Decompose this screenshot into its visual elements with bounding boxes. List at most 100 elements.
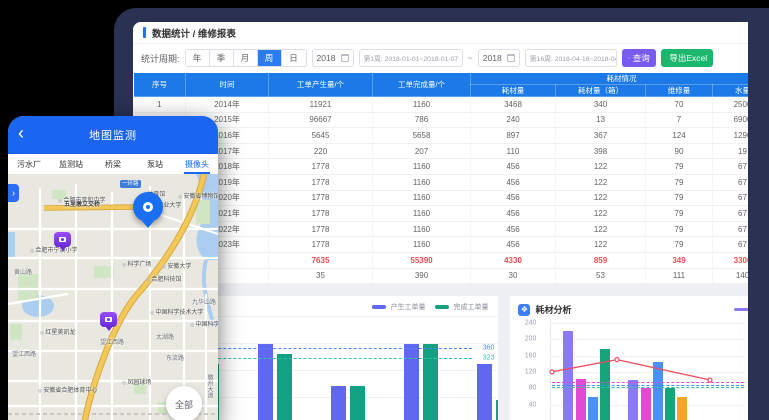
period-option-日[interactable]: 日 (282, 50, 306, 66)
breadcrumb: 数据统计 / 维修报表 (152, 26, 236, 40)
average-cell: 140 (713, 268, 749, 284)
charts-row: 产生工单量完成工单量360323 ❖耗材分析2402001601208040 (133, 296, 748, 420)
table-cell: 122 (556, 221, 646, 237)
tab-监测站[interactable]: 监测站 (50, 154, 92, 174)
period-option-月[interactable]: 月 (234, 50, 258, 66)
bar-产生工单量 (331, 386, 346, 420)
map-label: 安徽大学 (162, 264, 191, 271)
table-row[interactable]: 42017年2202071103989019 (134, 143, 749, 159)
chart-gridline (550, 339, 744, 340)
week-range-end-text: 第16周: 2018-04-16~2018-04-22 (530, 53, 617, 63)
table-row[interactable]: 12014年1192111603468340702500 (134, 97, 749, 113)
table-row[interactable]: 22015年966677862401376900 (134, 112, 749, 128)
group-header: 耗材情况 (471, 73, 749, 85)
table-cell: 240 (471, 112, 556, 128)
table-cell: 110 (471, 143, 556, 159)
table-row[interactable]: 32016年564556588973671241290 (134, 128, 749, 144)
total-cell: 859 (556, 252, 646, 268)
reference-line-label: 323 (483, 355, 495, 362)
map-label: 安徽省合肥体育中心 (38, 388, 97, 395)
map-label: 中国科学院 (190, 322, 218, 329)
bar-产生工单量 (477, 364, 492, 420)
year-start-select[interactable]: 2018 (312, 49, 354, 67)
table-cell: 1778 (269, 221, 373, 237)
tab-桥梁[interactable]: 桥梁 (92, 154, 134, 174)
export-excel-button[interactable]: 导出Excel (661, 49, 713, 67)
table-cell: 90 (646, 143, 713, 159)
map-label: 望江西路 (100, 340, 124, 347)
bar (641, 388, 651, 420)
filter-bar: 统计周期: 年季月周日 2018 第1周: 2018-01-01~2018-01… (133, 44, 748, 72)
map-roads (8, 174, 218, 420)
period-option-季[interactable]: 季 (210, 50, 234, 66)
selected-camera-pin-icon[interactable] (133, 192, 163, 222)
table-cell: 67 (713, 190, 749, 206)
table-cell: 456 (471, 206, 556, 222)
map-label: 凤园球场 (122, 380, 151, 387)
tab-污水厂[interactable]: 污水厂 (8, 154, 50, 174)
tab-泵站[interactable]: 泵站 (134, 154, 176, 174)
chart-legend: 产生工单量完成工单量 (372, 302, 488, 312)
table-cell: 398 (556, 143, 646, 159)
camera-pin-icon[interactable] (54, 232, 71, 247)
legend-item: 产生工单量 (372, 302, 425, 312)
table-cell: 79 (646, 206, 713, 222)
table-cell: 96667 (269, 112, 373, 128)
table-cell: 1778 (269, 237, 373, 253)
table-row[interactable]: 102023年177811604561227967 (134, 237, 749, 253)
map-label: 中国科学技术大学 (150, 310, 203, 317)
column-header: 时间 (186, 73, 269, 97)
search-icon (628, 54, 630, 62)
table-cell: 122 (556, 174, 646, 190)
bar (665, 388, 675, 420)
legend-item: 完成工单量 (435, 302, 488, 312)
average-cell: 30 (471, 268, 556, 284)
average-row: 平均值353903053111140 (134, 268, 749, 284)
table-row[interactable]: 72020年177811604561227967 (134, 190, 749, 206)
phone-title: 地图监测 (89, 127, 137, 143)
period-option-周[interactable]: 周 (258, 50, 282, 66)
table-cell: 6900 (713, 112, 749, 128)
table-cell: 11921 (269, 97, 373, 113)
table-cell: 220 (269, 143, 373, 159)
phone-tab-bar: 污水厂监测站桥梁泵站摄像头 (8, 154, 218, 174)
table-cell: 1 (134, 97, 186, 113)
sub-column-header: 维修量 (646, 85, 713, 97)
average-cell: 390 (373, 268, 471, 284)
map-view[interactable]: 一环路 › 全部 合肥市育和中学体育馆安徽农业大学安徽省博物馆五里墩立交桥合肥市… (8, 174, 218, 420)
table-cell: 1778 (269, 206, 373, 222)
table-cell: 456 (471, 221, 556, 237)
bar-完成工单量 (277, 354, 292, 420)
week-range-start[interactable]: 第1周: 2018-01-01~2018-01-07 (359, 49, 463, 67)
period-option-年[interactable]: 年 (186, 50, 210, 66)
bar-完成工单量 (496, 400, 498, 420)
week-range-end[interactable]: 第16周: 2018-04-16~2018-04-22 (525, 49, 617, 67)
camera-pin-icon[interactable] (100, 312, 117, 327)
table-row[interactable]: 62019年177811604561227967 (134, 174, 749, 190)
table-row[interactable]: 82021年177811604561227967 (134, 206, 749, 222)
table-cell: 1778 (269, 174, 373, 190)
map-label: 合肥科技馆 (146, 277, 181, 284)
all-filter-button[interactable]: 全部 (166, 386, 202, 420)
table-cell: 207 (373, 143, 471, 159)
table-row[interactable]: 92022年177811604561227967 (134, 221, 749, 237)
table-row[interactable]: 52018年177811604561227967 (134, 159, 749, 175)
table-cell: 1160 (373, 190, 471, 206)
table-cell: 13 (556, 112, 646, 128)
table-cell: 67 (713, 206, 749, 222)
back-icon[interactable]: ‹ (18, 124, 24, 142)
camera-lens-icon (105, 317, 112, 322)
map-expand-button[interactable]: › (8, 184, 19, 202)
range-separator: ~ (468, 53, 473, 63)
bar-产生工单量 (258, 344, 273, 420)
y-axis-line (550, 320, 551, 420)
table-cell: 897 (471, 128, 556, 144)
query-button[interactable]: 查询 (622, 49, 656, 67)
dashboard-card: 数据统计 / 维修报表 统计周期: 年季月周日 2018 第1周: 2018-0… (133, 22, 748, 420)
calendar-icon (341, 54, 349, 62)
table-cell: 786 (373, 112, 471, 128)
breadcrumb-bar: 数据统计 / 维修报表 (133, 22, 748, 44)
tab-摄像头[interactable]: 摄像头 (176, 154, 218, 174)
y-axis-tick: 240 (510, 320, 536, 327)
year-end-select[interactable]: 2018 (478, 49, 520, 67)
